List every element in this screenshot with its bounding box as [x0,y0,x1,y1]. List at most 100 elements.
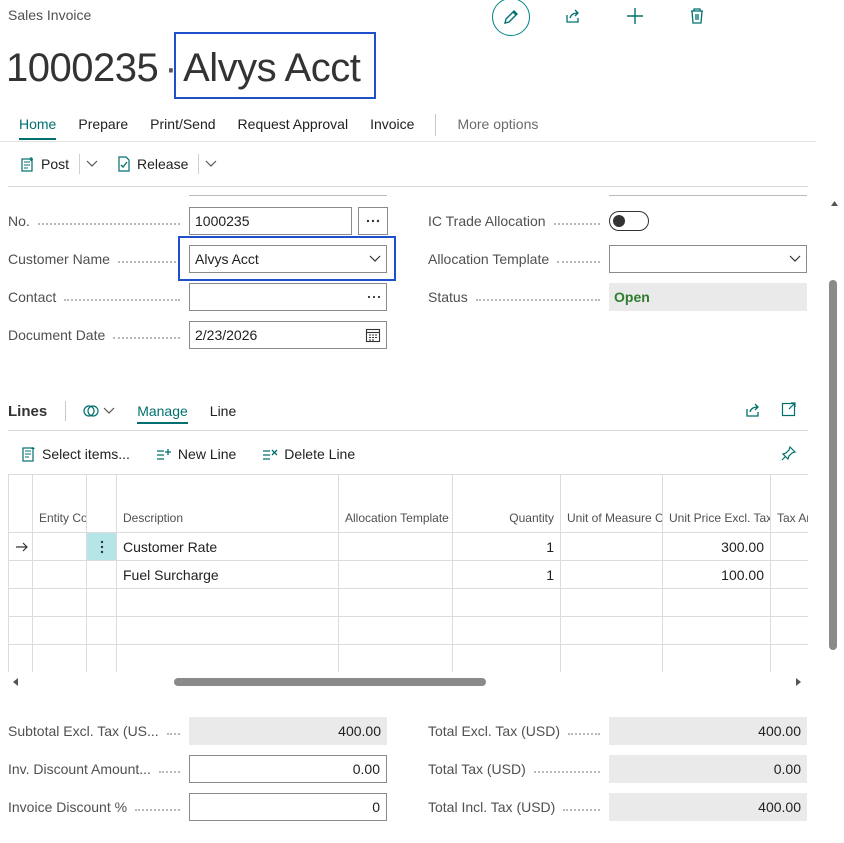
cell-tax-amount[interactable] [770,616,808,645]
cell-allocation-template[interactable] [338,644,453,672]
row-menu-button[interactable] [86,532,117,561]
more-icon[interactable] [367,295,381,299]
chevron-down-icon[interactable] [369,255,381,263]
cell-description[interactable] [116,588,339,617]
cell-allocation-template[interactable] [338,532,453,561]
cell-entity-code[interactable] [32,644,87,672]
calendar-icon[interactable] [365,327,381,343]
status-label: Status [428,283,608,311]
cell-unit-of-measure[interactable] [560,560,663,589]
cell-unit-price[interactable]: 100.00 [662,560,771,589]
cell-allocation-template[interactable] [338,616,453,645]
contact-field[interactable] [189,283,387,311]
cell-quantity[interactable]: 1 [452,560,561,589]
edit-button[interactable] [492,0,530,36]
cell-quantity[interactable] [452,588,561,617]
cell-quantity[interactable] [452,616,561,645]
cell-allocation-template[interactable] [338,588,453,617]
allocation-template-field[interactable] [609,245,807,273]
cell-allocation-template[interactable] [338,560,453,589]
new-button[interactable] [622,5,648,27]
cell-unit-of-measure[interactable] [560,616,663,645]
table-row[interactable] [8,588,808,617]
table-row[interactable] [8,616,808,645]
release-button[interactable]: Release [102,149,192,179]
cell-quantity[interactable] [452,644,561,672]
post-dropdown[interactable] [82,149,102,179]
cell-description[interactable] [116,616,339,645]
lines-tab-line[interactable]: Line [210,403,236,419]
cell-description[interactable]: Customer Rate [116,532,339,561]
header-unit-price[interactable]: Unit Price Excl. Tax [662,474,771,533]
lines-horizontal-scrollbar[interactable] [8,674,808,690]
release-dropdown[interactable] [201,149,221,179]
cell-unit-price[interactable]: 300.00 [662,532,771,561]
row-selector[interactable] [8,588,33,617]
tab-print-send[interactable]: Print/Send [139,110,226,140]
new-line-button[interactable]: New Line [134,446,240,462]
page-title: 1000235 · Alvys Acct [6,38,361,98]
header-quantity[interactable]: Quantity [452,474,561,533]
cell-description[interactable] [116,644,339,672]
cell-tax-amount[interactable] [770,560,808,589]
cell-description[interactable]: Fuel Surcharge [116,560,339,589]
row-selector[interactable] [8,532,33,561]
inv-discount-amount-field[interactable]: 0.00 [189,755,387,783]
lines-expand-button[interactable] [781,401,797,417]
tab-request-approval[interactable]: Request Approval [227,110,360,140]
cell-entity-code[interactable] [32,588,87,617]
scroll-right-icon[interactable] [794,677,802,687]
header-unit-of-measure[interactable]: Unit of Measure Code [560,474,663,533]
inv-discount-amount-label-text: Inv. Discount Amount... [8,761,151,777]
cell-unit-price[interactable] [662,616,771,645]
chevron-down-icon[interactable] [789,255,801,263]
delete-line-button[interactable]: Delete Line [240,446,359,462]
row-selector[interactable] [8,616,33,645]
post-button[interactable]: Post [0,149,73,179]
cell-tax-amount[interactable] [770,588,808,617]
tab-invoice[interactable]: Invoice [359,110,425,140]
cell-unit-price[interactable] [662,588,771,617]
no-lookup-button[interactable] [358,207,388,235]
horizontal-scroll-thumb[interactable] [174,678,486,686]
delete-button[interactable] [684,5,710,27]
no-field[interactable]: 1000235 [189,207,352,235]
cell-unit-price[interactable] [662,644,771,672]
tab-home[interactable]: Home [8,110,67,140]
scroll-up-icon[interactable] [830,200,839,207]
cell-entity-code[interactable] [32,532,87,561]
lines-view-button[interactable] [82,403,115,419]
header-description[interactable]: Description [116,474,339,533]
invoice-discount-pct-field[interactable]: 0 [189,793,387,821]
table-row[interactable] [8,644,808,672]
cell-unit-of-measure[interactable] [560,588,663,617]
page-vertical-scrollbar[interactable] [828,198,840,843]
cell-tax-amount[interactable] [770,644,808,672]
vertical-scroll-thumb[interactable] [829,280,837,650]
scroll-left-icon[interactable] [12,677,20,687]
cell-quantity[interactable]: 1 [452,532,561,561]
header-tax-amount[interactable]: Tax Ar [770,474,808,533]
select-items-button[interactable]: Select items... [0,446,134,462]
row-selector[interactable] [8,560,33,589]
chevron-down-icon [103,407,115,415]
document-date-field[interactable]: 2/23/2026 [189,321,387,349]
header-allocation-template[interactable]: Allocation Template [338,474,453,533]
tab-more-options[interactable]: More options [446,110,549,140]
cell-unit-of-measure[interactable] [560,644,663,672]
ic-trade-allocation-toggle[interactable] [609,211,649,231]
cell-tax-amount[interactable] [770,532,808,561]
pin-button[interactable] [781,445,797,461]
table-row[interactable]: Fuel Surcharge 1 100.00 [8,560,808,589]
cell-unit-of-measure[interactable] [560,532,663,561]
tab-prepare[interactable]: Prepare [67,110,139,140]
customer-name-field[interactable]: Alvys Acct [189,245,387,273]
lines-tab-manage[interactable]: Manage [137,403,188,424]
lines-share-button[interactable] [744,401,762,419]
share-button[interactable] [560,5,586,27]
cell-entity-code[interactable] [32,560,87,589]
cell-entity-code[interactable] [32,616,87,645]
header-entity-code[interactable]: Entity Code [32,474,87,533]
table-row[interactable]: Customer Rate 1 300.00 [8,532,808,561]
row-selector[interactable] [8,644,33,672]
